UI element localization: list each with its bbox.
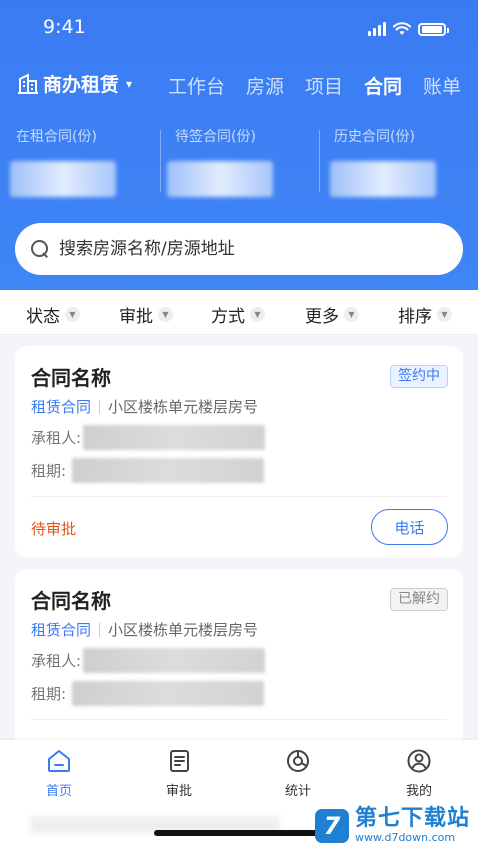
tenant-field: 承租人: — [31, 648, 266, 673]
contract-title: 合同名称 — [31, 366, 111, 390]
period-field: 租期: — [31, 681, 265, 706]
period-label: 租期: — [31, 685, 67, 703]
period-label: 租期: — [31, 462, 67, 480]
filter-label: 排序 — [398, 307, 432, 327]
stat-active[interactable]: 在租合同(份) — [10, 126, 116, 197]
contract-type: 租赁合同 — [31, 621, 92, 639]
contract-title: 合同名称 — [31, 589, 111, 613]
divider — [99, 399, 101, 414]
search-icon — [31, 240, 49, 258]
building-icon — [18, 72, 38, 94]
watermark-name: 第七下载站 — [354, 806, 470, 831]
tab-listings[interactable]: 房源 — [246, 72, 284, 99]
stat-value-redacted — [330, 161, 436, 197]
contract-meta: 租赁合同 小区楼栋单元楼层房号 — [31, 619, 258, 640]
tenant-value-redacted — [83, 648, 266, 673]
filter-more[interactable]: 更多 ▼ — [305, 302, 359, 327]
chevron-down-icon: ▼ — [158, 307, 173, 322]
stat-label: 历史合同(份) — [334, 129, 415, 145]
divider — [99, 622, 101, 637]
filter-status[interactable]: 状态 ▼ — [26, 302, 80, 327]
tab-home[interactable]: 首页 — [29, 748, 89, 799]
tenant-label: 承租人: — [31, 652, 82, 670]
contract-card[interactable]: 合同名称 已解约 租赁合同 小区楼栋单元楼层房号 承租人: 租期: — [15, 569, 463, 769]
tab-approval[interactable]: 审批 — [149, 748, 209, 799]
tab-profile[interactable]: 我的 — [389, 748, 449, 799]
watermark: 7 第七下载站 www.d7down.com — [314, 806, 470, 844]
filter-approval[interactable]: 审批 ▼ — [119, 302, 173, 327]
home-icon — [48, 750, 70, 772]
period-value-redacted — [72, 458, 265, 483]
chevron-down-icon: ▼ — [65, 307, 80, 322]
tab-contracts[interactable]: 合同 — [364, 72, 402, 99]
stat-history[interactable]: 历史合同(份) — [330, 126, 436, 197]
filter-method[interactable]: 方式 ▼ — [211, 302, 265, 327]
tenant-field: 承租人: — [31, 425, 266, 450]
tab-bills[interactable]: 账单 — [423, 72, 461, 99]
divider — [31, 496, 447, 497]
stat-pending[interactable]: 待签合同(份) — [167, 126, 273, 197]
tab-label: 统计 — [284, 784, 311, 799]
filter-label: 审批 — [119, 307, 153, 327]
filter-label: 更多 — [305, 307, 339, 327]
filter-label: 方式 — [211, 307, 245, 327]
signal-icon — [368, 22, 386, 36]
divider — [319, 130, 320, 192]
status-bar: 9:41 — [0, 14, 478, 44]
brand-label: 商办租赁 — [43, 74, 120, 96]
status-badge: 已解约 — [390, 588, 448, 611]
wifi-icon — [393, 22, 411, 35]
filter-label: 状态 — [26, 307, 60, 327]
chevron-down-icon: ▼ — [250, 307, 265, 322]
brand-switcher[interactable]: 商办租赁 ▾ — [17, 70, 132, 97]
contract-address: 小区楼栋单元楼层房号 — [108, 398, 259, 416]
tab-stats[interactable]: 统计 — [268, 748, 328, 799]
stat-value-redacted — [167, 161, 273, 197]
stat-label: 待签合同(份) — [175, 129, 256, 145]
divider — [31, 719, 447, 720]
tab-label: 首页 — [45, 784, 72, 799]
filter-bar: 状态 ▼ 审批 ▼ 方式 ▼ 更多 ▼ 排序 ▼ — [0, 290, 478, 335]
watermark-url: www.d7down.com — [354, 831, 456, 844]
user-icon — [407, 749, 431, 773]
watermark-logo: 7 — [314, 808, 349, 843]
contract-card[interactable]: 合同名称 签约中 租赁合同 小区楼栋单元楼层房号 承租人: 租期: 待审批 电话 — [15, 346, 463, 557]
search-input[interactable] — [59, 239, 439, 259]
stat-label: 在租合同(份) — [16, 129, 97, 145]
contract-stats: 在租合同(份) 待签合同(份) 历史合同(份) — [0, 126, 478, 197]
filter-sort[interactable]: 排序 ▼ — [398, 302, 452, 327]
status-badge: 签约中 — [390, 365, 448, 388]
battery-icon — [418, 22, 449, 36]
document-icon — [170, 750, 189, 772]
tenant-label: 承租人: — [31, 429, 82, 447]
call-button[interactable]: 电话 — [371, 509, 448, 545]
stat-value-redacted — [10, 161, 116, 197]
tenant-value-redacted — [83, 425, 266, 450]
tab-label: 我的 — [405, 784, 432, 799]
contract-address: 小区楼栋单元楼层房号 — [108, 621, 259, 639]
top-nav: 商办租赁 ▾ 工作台 房源 项目 合同 账单 — [0, 70, 478, 102]
chevron-down-icon: ▾ — [126, 76, 133, 91]
approval-status: 待审批 — [31, 520, 77, 538]
search-bar[interactable] — [15, 223, 463, 275]
tab-label: 审批 — [165, 784, 192, 799]
tab-projects[interactable]: 项目 — [305, 72, 343, 99]
divider — [160, 130, 161, 192]
bottom-tab-bar: 首页 审批 统计 我的 7 第七下载站 www.d7down.com — [0, 740, 478, 850]
chevron-down-icon: ▼ — [344, 307, 359, 322]
stats-icon — [287, 750, 309, 772]
header-background: 9:41 商办租赁 ▾ 工作台 房源 项目 合同 账单 在租合同(份) 待签合同… — [0, 0, 478, 300]
status-time: 9:41 — [43, 16, 86, 38]
tab-workbench[interactable]: 工作台 — [168, 72, 225, 99]
period-value-redacted — [72, 681, 265, 706]
contract-meta: 租赁合同 小区楼栋单元楼层房号 — [31, 396, 258, 417]
chevron-down-icon: ▼ — [437, 307, 452, 322]
home-indicator[interactable] — [154, 830, 324, 836]
period-field: 租期: — [31, 458, 265, 483]
contract-type: 租赁合同 — [31, 398, 92, 416]
